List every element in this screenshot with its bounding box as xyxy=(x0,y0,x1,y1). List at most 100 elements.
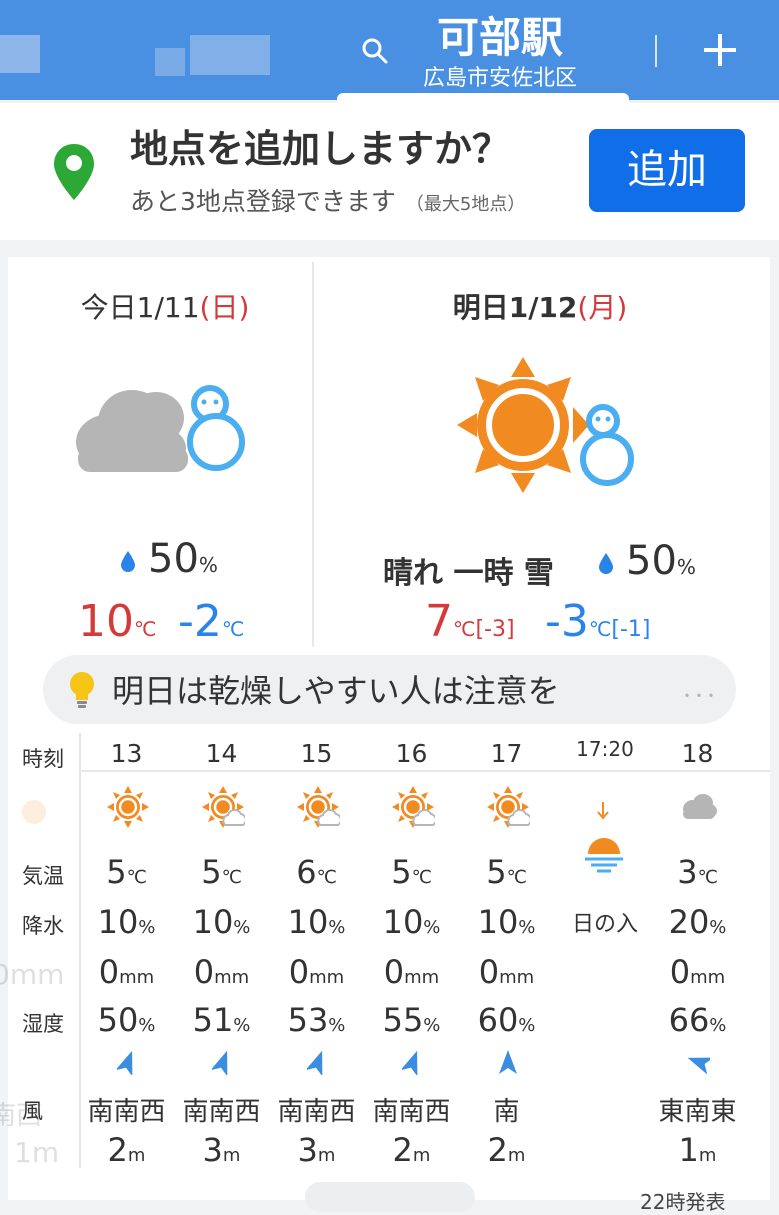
precip-unit: mm xyxy=(119,967,155,988)
hour-temp-value: 5 xyxy=(391,853,412,891)
hour-humidity-value: 51 xyxy=(192,1001,234,1039)
hour-temp-value: 6 xyxy=(296,853,317,891)
hour-precip-chance: 10% xyxy=(459,903,554,941)
hour-humidity-value: 50 xyxy=(97,1001,139,1039)
header-divider xyxy=(655,35,657,67)
banner-subtitle: あと3地点登録できます （最大5地点） xyxy=(130,182,525,218)
today-low-value: -2 xyxy=(178,596,222,647)
hour-precip-value: 0 xyxy=(98,953,120,991)
hour-wind-dir: 南南西 xyxy=(277,1097,356,1127)
hour-temp: 5℃ xyxy=(174,853,269,891)
hour-label: 15 xyxy=(300,739,333,768)
banner-subtitle-note: （最大5地点） xyxy=(405,194,526,215)
today-high-temp: 10℃ xyxy=(78,596,156,647)
blurred-area xyxy=(155,48,185,76)
add-button[interactable]: 追加 xyxy=(589,129,745,212)
today-weekday: (日) xyxy=(199,291,250,324)
hour-wind-value: 1 xyxy=(678,1131,699,1169)
hour-humidity: 50% xyxy=(79,1001,174,1039)
hour-column: 17 5℃ 10% 0mm 60% 南 2m xyxy=(459,733,554,1173)
tomorrow-pop-value: 50 xyxy=(626,538,677,584)
pop-unit: % xyxy=(709,917,727,938)
label-temp: 気温 xyxy=(22,864,64,888)
wind-unit: m xyxy=(412,1145,431,1166)
hour-precip-value: 0 xyxy=(669,953,691,991)
humidity-unit: % xyxy=(518,1015,536,1036)
sunny-cloudy-icon xyxy=(296,785,342,829)
cloudy-snow-icon xyxy=(76,385,245,472)
tomorrow-high-temp: 7℃[-3] xyxy=(425,596,515,647)
blurred-area xyxy=(190,35,270,75)
wind-unit: m xyxy=(127,1145,146,1166)
area-name[interactable]: 広島市安佐北区 xyxy=(400,60,600,92)
wind-direction-icon xyxy=(305,1049,329,1077)
station-name[interactable]: 可部駅 xyxy=(400,4,600,65)
temp-unit: ℃ xyxy=(697,867,718,888)
hour-label: 14 xyxy=(205,739,238,768)
hour-wind-speed: 1m xyxy=(650,1131,745,1169)
tomorrow-high-unit: ℃ xyxy=(453,617,476,641)
blurred-area xyxy=(0,35,40,73)
raindrop-icon xyxy=(599,553,613,574)
pop-unit: % xyxy=(138,917,156,938)
today-date: 今日1/11 xyxy=(80,291,200,324)
hour-temp-value: 5 xyxy=(201,853,222,891)
hour-wind-speed: 3m xyxy=(174,1131,269,1169)
tomorrow-low-value: -3 xyxy=(545,596,589,647)
precip-unit: mm xyxy=(214,967,250,988)
hour-pop-value: 10 xyxy=(287,903,329,941)
hour-wind-dir: 東南東 xyxy=(658,1097,737,1127)
ghost-wind-speed: 1m xyxy=(14,1136,60,1169)
hour-humidity: 55% xyxy=(364,1001,459,1039)
sunny-icon xyxy=(22,800,46,824)
hour-precip-amount: 0mm xyxy=(650,953,745,991)
precip-unit: mm xyxy=(309,967,345,988)
tomorrow-high-value: 7 xyxy=(425,596,453,647)
wind-direction-icon xyxy=(210,1049,234,1077)
today-pop-value: 50 xyxy=(148,536,199,582)
hour-wind-value: 2 xyxy=(487,1131,508,1169)
hour-precip-amount: 0mm xyxy=(459,953,554,991)
tomorrow-high-diff: [-3] xyxy=(475,617,515,642)
wind-direction-icon xyxy=(115,1049,139,1077)
down-arrow-icon xyxy=(597,802,609,820)
hour-humidity: 60% xyxy=(459,1001,554,1039)
today-high-value: 10 xyxy=(78,596,134,647)
tomorrow-weekday: (月) xyxy=(577,291,628,324)
hour-label: 18 xyxy=(681,739,714,768)
tomorrow-title[interactable]: 明日1/12(月) xyxy=(320,286,760,326)
hour-humidity-value: 55 xyxy=(382,1001,424,1039)
label-time: 時刻 xyxy=(22,747,64,771)
hour-wind-dir: 南南西 xyxy=(87,1097,166,1127)
hour-precip-chance: 10% xyxy=(174,903,269,941)
temp-unit: ℃ xyxy=(411,867,432,888)
issued-time: 22時発表 xyxy=(640,1190,726,1214)
today-precip-chance: 50% xyxy=(120,536,218,582)
hour-wind-speed: 2m xyxy=(79,1131,174,1169)
hour-label: 13 xyxy=(110,739,143,768)
today-title[interactable]: 今日1/11(日) xyxy=(20,286,310,326)
sunny-cloudy-icon xyxy=(391,785,437,829)
pop-unit: % xyxy=(518,917,536,938)
hour-wind-dir: 南 xyxy=(493,1097,520,1127)
tomorrow-date: 明日1/12 xyxy=(452,291,578,324)
hour-precip-value: 0 xyxy=(193,953,215,991)
hour-humidity: 53% xyxy=(269,1001,364,1039)
search-icon[interactable] xyxy=(360,36,390,66)
hour-wind-value: 2 xyxy=(392,1131,413,1169)
hour-precip-value: 0 xyxy=(478,953,500,991)
tomorrow-pop-unit: % xyxy=(676,555,696,579)
scroll-handle[interactable] xyxy=(305,1182,475,1212)
hour-column: 14 5℃ 10% 0mm 51% 南南西 3m xyxy=(174,733,269,1173)
sunset-icon xyxy=(585,838,623,873)
more-icon[interactable]: ･･･ xyxy=(682,680,718,709)
hour-wind-speed: 3m xyxy=(269,1131,364,1169)
active-tab-indicator xyxy=(337,93,629,103)
wind-unit: m xyxy=(698,1145,717,1166)
wind-unit: m xyxy=(507,1145,526,1166)
hour-temp: 6℃ xyxy=(269,853,364,891)
hour-pop-value: 10 xyxy=(97,903,139,941)
hour-temp: 5℃ xyxy=(459,853,554,891)
precip-unit: mm xyxy=(690,967,726,988)
add-location-icon[interactable] xyxy=(700,30,740,70)
